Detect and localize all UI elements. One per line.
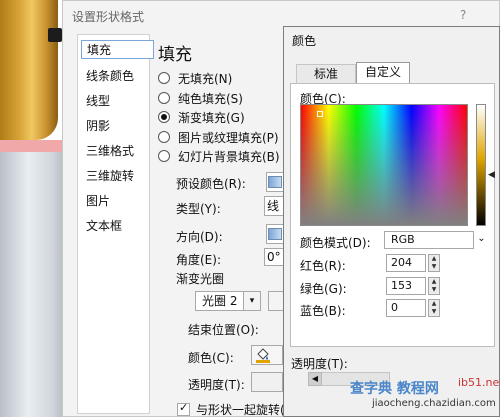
nav-item-picture[interactable]: 图片 xyxy=(86,192,110,209)
nav-item-shadow[interactable]: 阴影 xyxy=(86,117,110,134)
gradient-stops-label: 渐变光圈 xyxy=(176,272,225,286)
direction-dropdown[interactable] xyxy=(266,224,284,244)
radio-gradient-fill-label: 渐变填充(G) xyxy=(178,111,245,125)
radio-no-fill[interactable] xyxy=(158,72,170,84)
radio-picture-fill[interactable] xyxy=(158,131,170,143)
knife-blade-shape[interactable] xyxy=(0,140,70,417)
nav-item-3d-format[interactable]: 三维格式 xyxy=(86,142,134,159)
dialog-title: 设置形状格式 xyxy=(72,10,145,24)
help-button[interactable]: ? xyxy=(460,8,466,22)
radio-no-fill-label: 无填充(N) xyxy=(178,72,233,86)
spectrum-crosshair[interactable] xyxy=(317,111,323,117)
color-model-label: 颜色模式(D): xyxy=(300,236,371,250)
watermark-site: ib51.net xyxy=(458,376,500,389)
blue-label: 蓝色(B): xyxy=(300,304,346,318)
stop-color-label: 颜色(C): xyxy=(188,351,234,365)
color-spectrum[interactable] xyxy=(300,104,468,226)
nav-item-line-style[interactable]: 线型 xyxy=(86,92,110,109)
color-dialog-title: 颜色 xyxy=(292,34,317,48)
chevron-left-icon[interactable]: ◀ xyxy=(308,372,322,386)
paint-bucket-icon xyxy=(256,348,270,363)
radio-solid-fill[interactable] xyxy=(158,92,170,104)
radio-picture-fill-label: 图片或纹理填充(P) xyxy=(178,131,279,145)
red-spinner[interactable]: ▲ ▼ xyxy=(428,254,440,272)
blue-spinner[interactable]: ▲ ▼ xyxy=(428,299,440,317)
nav-item-3d-rotation[interactable]: 三维旋转 xyxy=(86,167,134,184)
nav-item-line-color[interactable]: 线条颜色 xyxy=(86,67,134,84)
preset-colors-dropdown[interactable] xyxy=(266,172,284,192)
tab-standard[interactable]: 标准 xyxy=(296,64,356,84)
check-icon: ✓ xyxy=(179,401,189,414)
preset-swatch xyxy=(268,176,282,188)
knife-handle-shape[interactable] xyxy=(0,0,58,140)
luminance-arrow-icon[interactable]: ◀ xyxy=(488,170,495,180)
radio-gradient-fill[interactable] xyxy=(158,111,170,123)
stop-dropdown-caret[interactable]: ▾ xyxy=(243,291,261,311)
pane-title: 填充 xyxy=(158,45,192,65)
red-label: 红色(R): xyxy=(300,259,346,273)
stop-transparency-slider[interactable] xyxy=(251,372,283,392)
angle-input[interactable]: 0° xyxy=(264,248,284,266)
end-position-label: 结束位置(O): xyxy=(188,323,259,337)
green-spinner[interactable]: ▲ ▼ xyxy=(428,277,440,295)
handle-cap xyxy=(48,28,62,42)
blue-input[interactable]: 0 xyxy=(386,299,426,317)
tab-custom[interactable]: 自定义 xyxy=(356,62,410,84)
red-input[interactable]: 204 xyxy=(386,254,426,272)
add-stop-button[interactable] xyxy=(268,291,284,311)
blade-edge xyxy=(0,140,70,152)
watermark-text: 查字典 教程网 xyxy=(350,381,439,397)
radio-solid-fill-label: 纯色填充(S) xyxy=(178,92,243,106)
type-dropdown[interactable]: 线 xyxy=(264,196,284,216)
category-nav: 填充 线条颜色 线型 阴影 三维格式 三维旋转 图片 文本框 xyxy=(77,34,154,414)
radio-background-fill[interactable] xyxy=(158,150,170,162)
green-label: 绿色(G): xyxy=(300,282,347,296)
type-label: 类型(Y): xyxy=(176,202,221,216)
stop-transparency-label: 透明度(T): xyxy=(188,378,245,392)
angle-label: 角度(E): xyxy=(176,253,221,267)
radio-background-fill-label: 幻灯片背景填充(B) xyxy=(178,150,280,164)
stop-color-button[interactable] xyxy=(251,345,283,365)
nav-item-text-box[interactable]: 文本框 xyxy=(86,217,122,234)
color-transparency-label: 透明度(T): xyxy=(291,357,348,371)
chevron-down-icon[interactable]: ⌄ xyxy=(473,231,489,249)
direction-swatch xyxy=(268,228,282,240)
green-input[interactable]: 153 xyxy=(386,277,426,295)
watermark-url: jiaocheng.chazidian.com xyxy=(372,398,496,409)
rotate-with-shape-checkbox[interactable]: ✓ xyxy=(177,401,190,416)
nav-item-fill[interactable]: 填充 xyxy=(81,40,154,59)
direction-label: 方向(D): xyxy=(176,230,223,244)
preset-colors-label: 预设颜色(R): xyxy=(176,177,246,191)
luminance-slider[interactable] xyxy=(476,104,486,226)
